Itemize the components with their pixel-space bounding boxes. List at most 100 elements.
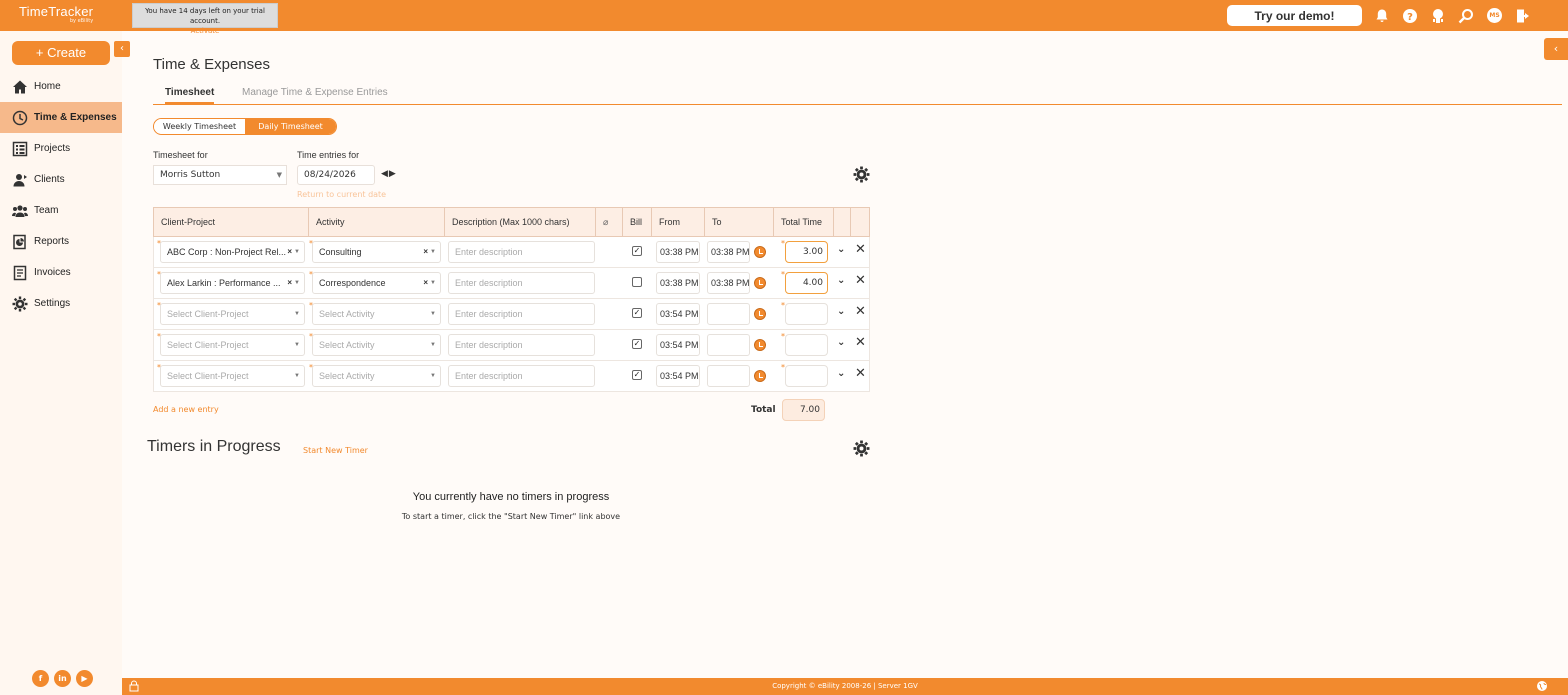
from-time-input[interactable]: 03:38 PM: [656, 241, 700, 263]
total-time-input[interactable]: [785, 334, 828, 356]
description-input[interactable]: Enter description: [448, 303, 595, 325]
timers-settings-gear-icon[interactable]: [853, 440, 870, 457]
bill-checkbox[interactable]: [632, 277, 642, 287]
collapse-sidebar-button[interactable]: ‹: [114, 41, 130, 57]
entries-date-input[interactable]: 08/24/2026: [297, 165, 375, 185]
from-time-input[interactable]: 03:38 PM: [656, 272, 700, 294]
timer-clock-icon[interactable]: [754, 339, 766, 351]
globe-icon[interactable]: [1536, 680, 1548, 692]
timer-clock-icon[interactable]: [754, 308, 766, 320]
right-panel-toggle[interactable]: ‹: [1544, 38, 1568, 60]
total-time-input[interactable]: [785, 303, 828, 325]
to-time-input[interactable]: [707, 334, 750, 356]
total-time-input[interactable]: [785, 365, 828, 387]
sidebar-item-time-expenses[interactable]: Time & Expenses: [0, 102, 122, 133]
try-demo-button[interactable]: Try our demo!: [1227, 5, 1362, 26]
daily-timesheet-button[interactable]: Daily Timesheet: [245, 119, 336, 134]
activate-link[interactable]: Activate: [133, 26, 277, 36]
top-bar: TimeTracker by eBility You have 14 days …: [0, 0, 1568, 35]
add-new-entry-link[interactable]: Add a new entry: [153, 405, 219, 414]
next-day-icon[interactable]: ▶: [389, 169, 397, 179]
sidebar-item-projects[interactable]: Projects: [0, 133, 122, 164]
from-time-input[interactable]: 03:54 PM: [656, 365, 700, 387]
bill-checkbox[interactable]: ✓: [632, 339, 642, 349]
copyright-text: Copyright © eBility 2008-26 | Server 1GV: [772, 682, 918, 690]
lock-icon[interactable]: [128, 680, 140, 692]
weekly-timesheet-button[interactable]: Weekly Timesheet: [154, 119, 245, 134]
to-time-input[interactable]: [707, 365, 750, 387]
tab-timesheet[interactable]: Timesheet: [165, 87, 215, 104]
chevron-down-icon[interactable]: ⌄: [837, 275, 845, 286]
timer-clock-icon[interactable]: [754, 246, 766, 258]
client-project-select[interactable]: Alex Larkin : Performance ... × ▼: [160, 272, 305, 294]
chevron-down-icon[interactable]: ⌄: [837, 306, 845, 317]
sidebar-item-reports[interactable]: Reports: [0, 226, 122, 257]
facebook-icon[interactable]: f: [32, 670, 49, 687]
client-project-select[interactable]: Select Client-Project ▼: [160, 303, 305, 325]
logout-icon[interactable]: [1515, 8, 1531, 24]
sidebar-item-settings[interactable]: Settings: [0, 288, 122, 319]
bill-checkbox[interactable]: ✓: [632, 246, 642, 256]
clear-icon[interactable]: ×: [423, 273, 428, 293]
sidebar-item-clients[interactable]: Clients: [0, 164, 122, 195]
clear-icon[interactable]: ×: [287, 273, 292, 293]
activity-select[interactable]: Select Activity ▼: [312, 365, 441, 387]
sidebar-item-invoices[interactable]: Invoices: [0, 257, 122, 288]
description-input[interactable]: Enter description: [448, 365, 595, 387]
app-logo[interactable]: TimeTracker by eBility: [19, 4, 93, 24]
prev-day-icon[interactable]: ◀: [381, 169, 389, 179]
to-time-input[interactable]: 03:38 PM: [707, 241, 750, 263]
delete-row-icon[interactable]: ✕: [855, 367, 866, 381]
delete-row-icon[interactable]: ✕: [855, 274, 866, 288]
timesheet-for-select[interactable]: Morris Sutton ▼: [153, 165, 287, 185]
timer-clock-icon[interactable]: [754, 370, 766, 382]
chevron-down-icon[interactable]: ⌄: [837, 244, 845, 255]
delete-row-icon[interactable]: ✕: [855, 243, 866, 257]
logo-text: TimeTracker: [19, 4, 94, 19]
client-project-select[interactable]: ABC Corp : Non-Project Rel... × ▼: [160, 241, 305, 263]
activity-select[interactable]: Select Activity ▼: [312, 334, 441, 356]
bell-icon[interactable]: [1374, 8, 1390, 24]
delete-row-icon[interactable]: ✕: [855, 305, 866, 319]
caret-down-icon: ▼: [294, 249, 300, 255]
to-time-input[interactable]: [707, 303, 750, 325]
return-to-current-date-link[interactable]: Return to current date: [297, 190, 386, 199]
total-time-input[interactable]: 4.00: [785, 272, 828, 294]
search-icon[interactable]: [1458, 8, 1474, 24]
to-time-input[interactable]: 03:38 PM: [707, 272, 750, 294]
client-project-value: Alex Larkin : Performance ...: [167, 278, 281, 288]
client-project-select[interactable]: Select Client-Project ▼: [160, 334, 305, 356]
timer-clock-icon[interactable]: [754, 277, 766, 289]
delete-row-icon[interactable]: ✕: [855, 336, 866, 350]
clear-icon[interactable]: ×: [423, 242, 428, 262]
activity-select[interactable]: Select Activity ▼: [312, 303, 441, 325]
start-new-timer-link[interactable]: Start New Timer: [303, 446, 368, 455]
activity-select[interactable]: Correspondence × ▼: [312, 272, 441, 294]
from-time-input[interactable]: 03:54 PM: [656, 334, 700, 356]
create-button[interactable]: + Create: [12, 41, 110, 65]
description-input[interactable]: Enter description: [448, 272, 595, 294]
total-time-input[interactable]: 3.00: [785, 241, 828, 263]
description-input[interactable]: Enter description: [448, 241, 595, 263]
bill-checkbox[interactable]: ✓: [632, 370, 642, 380]
activity-select[interactable]: Consulting × ▼: [312, 241, 441, 263]
from-time-input[interactable]: 03:54 PM: [656, 303, 700, 325]
sidebar-nav: Home Time & Expenses Projects Clients Te…: [0, 71, 122, 319]
tab-manage-entries[interactable]: Manage Time & Expense Entries: [242, 87, 388, 98]
bill-checkbox[interactable]: ✓: [632, 308, 642, 318]
col-activity: Activity: [309, 208, 445, 236]
clear-icon[interactable]: ×: [287, 242, 292, 262]
user-avatar[interactable]: MS: [1487, 8, 1502, 23]
youtube-icon[interactable]: ▶: [76, 670, 93, 687]
chevron-down-icon[interactable]: ⌄: [837, 368, 845, 379]
sidebar-item-team[interactable]: Team: [0, 195, 122, 226]
ai-assistant-icon[interactable]: [1430, 8, 1446, 24]
chevron-down-icon[interactable]: ⌄: [837, 337, 845, 348]
description-input[interactable]: Enter description: [448, 334, 595, 356]
timesheet-settings-gear-icon[interactable]: [853, 166, 870, 183]
linkedin-icon[interactable]: in: [54, 670, 71, 687]
client-project-select[interactable]: Select Client-Project ▼: [160, 365, 305, 387]
help-icon[interactable]: ?: [1402, 8, 1418, 24]
activity-placeholder: Select Activity: [319, 340, 375, 350]
sidebar-item-home[interactable]: Home: [0, 71, 122, 102]
